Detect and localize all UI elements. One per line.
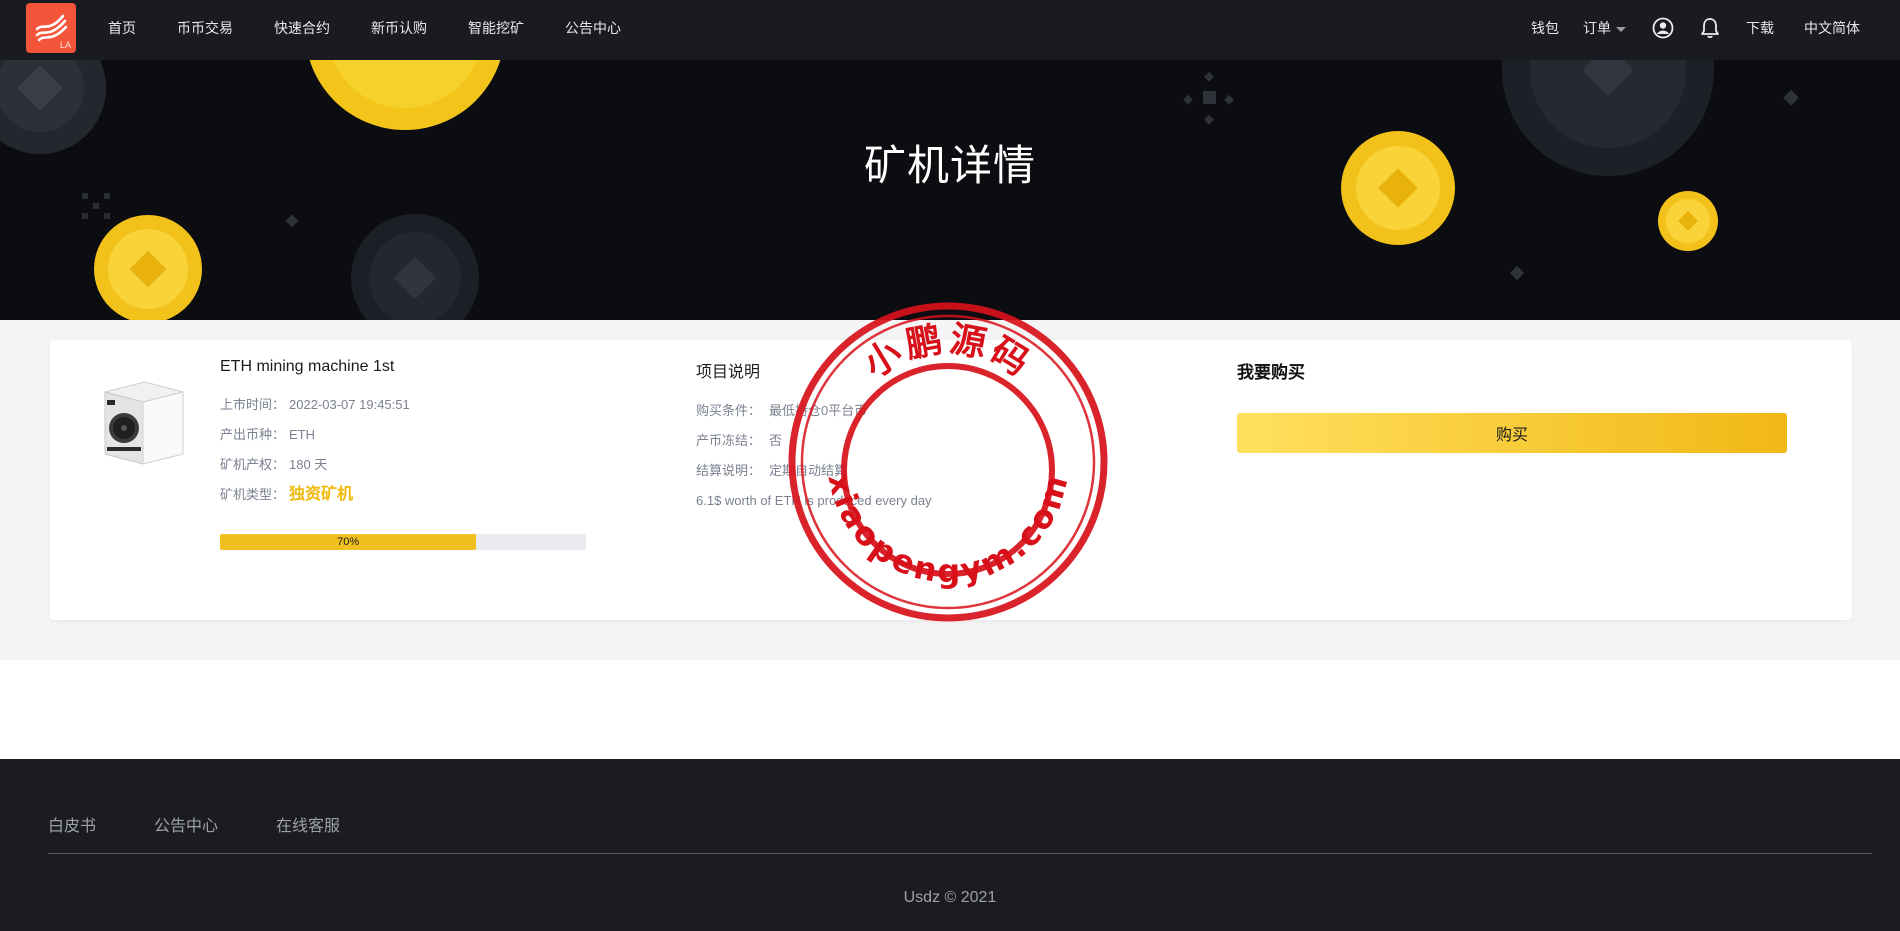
footer-link-support[interactable]: 在线客服: [276, 812, 340, 836]
footer-link-announcements[interactable]: 公告中心: [154, 812, 218, 836]
machine-type-label: 矿机类型：: [220, 487, 286, 502]
hero-banner: 矿机详情: [0, 60, 1900, 320]
nav-language[interactable]: 中文简体: [1804, 18, 1860, 38]
nav-right: 钱包 订单 下载 中文简体: [1507, 0, 1860, 56]
buy-title: 我要购买: [1237, 363, 1305, 382]
coin-freeze-value: 否: [769, 433, 783, 448]
buy-button[interactable]: 购买: [1237, 413, 1787, 453]
mining-machine-image: [104, 381, 184, 465]
bell-icon[interactable]: [1700, 17, 1720, 39]
page-title: 矿机详情: [863, 142, 1036, 189]
svg-text:小鹏源码: 小鹏源码: [857, 319, 1039, 386]
nav-item-home[interactable]: 首页: [108, 18, 136, 38]
nav-item-quick-contract[interactable]: 快速合约: [274, 18, 330, 38]
nav-item-mining[interactable]: 智能挖矿: [468, 18, 524, 38]
coin-freeze-label: 产币冻结：: [696, 433, 762, 448]
footer: 白皮书 公告中心 在线客服 Usdz © 2021: [0, 759, 1900, 931]
purchase-condition-label: 购买条件：: [696, 403, 762, 418]
logo-waves-icon: [35, 14, 68, 42]
term-row: 矿机产权： 180 天: [220, 450, 640, 480]
output-coin-label: 产出币种：: [220, 427, 286, 442]
footer-divider: [48, 853, 1872, 854]
nav-wallet[interactable]: 钱包: [1531, 18, 1559, 38]
nav-item-spot-trading[interactable]: 币币交易: [177, 18, 233, 38]
buy-section: 我要购买 购买: [1237, 358, 1787, 453]
user-icon[interactable]: [1652, 17, 1674, 39]
brand-logo[interactable]: LA: [26, 3, 76, 53]
watermark-stamp-icon: 小鹏源码 xiaopengym.com: [788, 302, 1108, 622]
progress-label: 70%: [337, 536, 360, 548]
listed-time-row: 上市时间： 2022-03-07 19:45:51: [220, 390, 640, 420]
nav-download[interactable]: 下载: [1746, 18, 1774, 38]
chevron-down-icon: [1616, 26, 1626, 32]
footer-copyright: Usdz © 2021: [903, 889, 997, 906]
watermark-top-text: 小鹏源码: [857, 319, 1035, 386]
nav-orders-dropdown[interactable]: 订单: [1583, 18, 1626, 38]
machine-type-row: 矿机类型： 独资矿机: [220, 480, 640, 510]
output-coin-value: ETH: [289, 427, 316, 442]
term-label: 矿机产权：: [220, 457, 286, 472]
listed-time-label: 上市时间：: [220, 397, 286, 412]
listed-time-value: 2022-03-07 19:45:51: [289, 397, 410, 412]
footer-link-whitepaper[interactable]: 白皮书: [48, 812, 96, 836]
output-coin-row: 产出币种： ETH: [220, 420, 640, 450]
watermark-bottom-text: xiaopengym.com: [820, 469, 1073, 591]
machine-info: ETH mining machine 1st 上市时间： 2022-03-07 1…: [220, 358, 640, 510]
nav-item-announcements[interactable]: 公告中心: [565, 18, 621, 38]
logo-text: LA: [59, 40, 71, 50]
nav-orders-label: 订单: [1583, 20, 1611, 36]
nav-item-new-coin[interactable]: 新币认购: [371, 18, 427, 38]
settlement-label: 结算说明：: [696, 463, 762, 478]
svg-text:xiaopengym.com: xiaopengym.com: [820, 469, 1076, 591]
progress-fill: 70%: [220, 534, 477, 550]
term-value: 180 天: [289, 457, 328, 472]
main-menu: 首页 币币交易 快速合约 新币认购 智能挖矿 公告中心: [108, 0, 662, 56]
machine-type-value: 独资矿机: [289, 486, 354, 503]
product-name: ETH mining machine 1st: [220, 358, 395, 375]
footer-links: 白皮书 公告中心 在线客服: [48, 812, 398, 836]
sales-progress-bar: 70%: [220, 534, 586, 550]
top-nav: LA 首页 币币交易 快速合约 新币认购 智能挖矿 公告中心 钱包 订单 下载: [0, 0, 1900, 60]
